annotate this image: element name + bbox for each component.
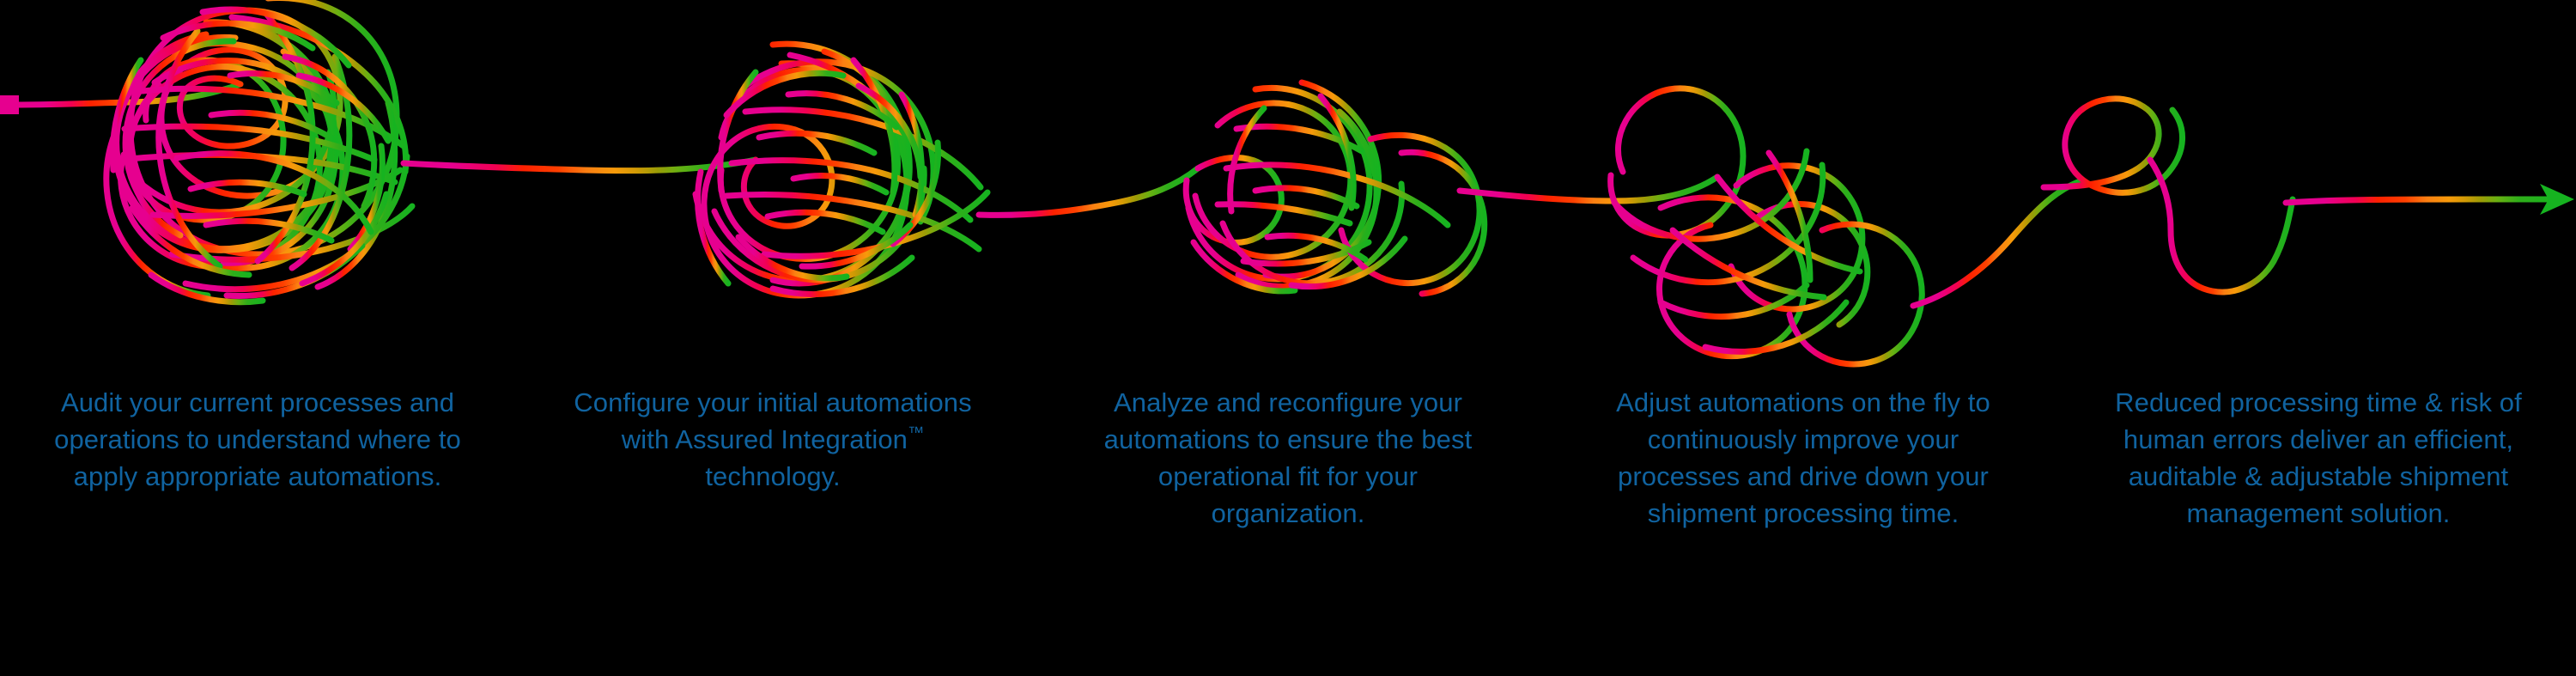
caption-stage-3: Analyze and reconfigure your automations… bbox=[1030, 385, 1546, 533]
caption-row: Audit your current processes and operati… bbox=[0, 385, 2576, 533]
caption-stage-5-text: Reduced processing time & risk of human … bbox=[2115, 387, 2522, 528]
connector-1-2 bbox=[400, 156, 759, 174]
caption-stage-2: Configure your initial automations with … bbox=[515, 385, 1030, 496]
caption-stage-1: Audit your current processes and operati… bbox=[0, 385, 515, 496]
tangle-red bbox=[692, 40, 991, 299]
caption-stage-4-text: Adjust automations on the fly to continu… bbox=[1616, 387, 1990, 528]
caption-stage-3-text: Analyze and reconfigure your automations… bbox=[1103, 387, 1473, 528]
tangle-orange bbox=[1182, 79, 1488, 297]
connector-3-4 bbox=[1456, 174, 1721, 204]
tangle-magenta-dense bbox=[103, 0, 416, 306]
caption-stage-4: Adjust automations on the fly to continu… bbox=[1546, 385, 2061, 533]
caption-stage-5: Reduced processing time & risk of human … bbox=[2061, 385, 2576, 533]
process-journey-graphic: Audit your current processes and operati… bbox=[0, 0, 2576, 676]
tangle-green-loops bbox=[1607, 85, 1925, 368]
curve-green-simple bbox=[2040, 95, 2296, 295]
caption-stage-1-text: Audit your current processes and operati… bbox=[54, 387, 461, 491]
caption-stage-2-text: Configure your initial automations with … bbox=[574, 387, 972, 491]
tangled-to-straight-line-illustration bbox=[0, 0, 2574, 368]
final-straight-line bbox=[2282, 196, 2561, 206]
connector-2-3 bbox=[975, 165, 1201, 218]
connector-4-5 bbox=[1910, 179, 2081, 309]
